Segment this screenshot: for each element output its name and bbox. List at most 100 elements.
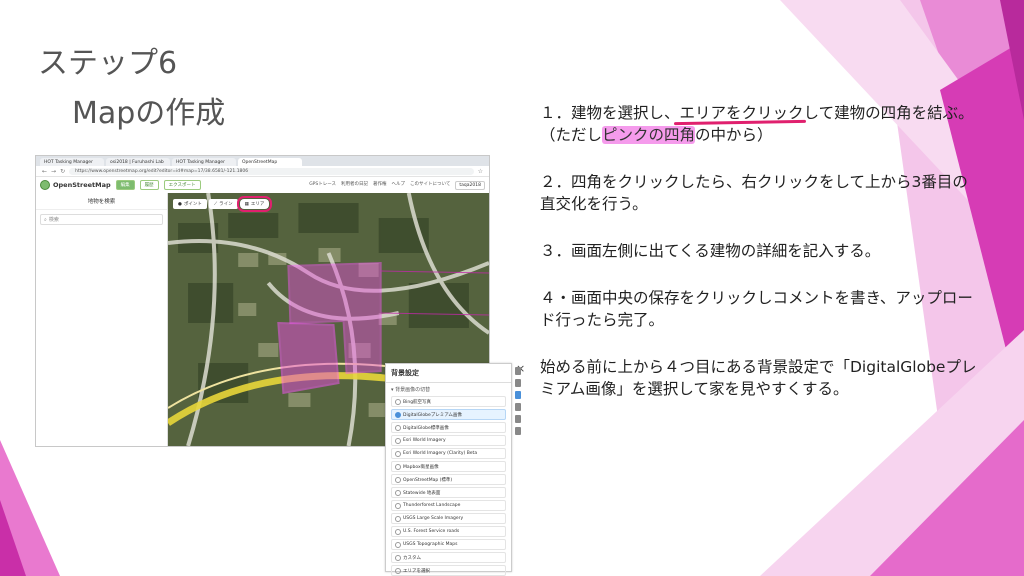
- reload-icon[interactable]: ↻: [60, 168, 65, 175]
- radio-icon: [395, 528, 401, 535]
- preferences-button[interactable]: [515, 427, 521, 435]
- radio-icon: [395, 489, 401, 496]
- search-placeholder: 検索: [48, 217, 59, 223]
- menu-gps-traces[interactable]: GPSトレース: [309, 181, 336, 190]
- background-option-label: DigitalGlobeプレミアム画像: [403, 412, 462, 418]
- radio-icon: [395, 476, 401, 483]
- user-menu[interactable]: taqa2018: [455, 180, 485, 190]
- background-option[interactable]: Esri World Imagery (Clarity) Beta: [391, 448, 506, 459]
- instruction-step-1: １．建物を選択し、エリアをクリックして建物の四角を結ぶ。（ただしピンクの四角の中…: [540, 102, 980, 146]
- address-bar: ← → ↻ https://www.openstreetmap.org/edit…: [36, 166, 489, 177]
- background-option[interactable]: Mapbox衛星画像: [391, 461, 506, 472]
- background-option-label: エリアを選択: [403, 568, 430, 574]
- radio-icon: [395, 437, 401, 444]
- background-option-label: カスタム: [403, 555, 421, 561]
- instruction-note: 始める前に上から４つ目にある背景設定で「DigitalGlobeプレミアム画像」…: [540, 358, 977, 398]
- radio-icon: [395, 554, 401, 561]
- point-icon: ●: [178, 201, 182, 207]
- osm-logo-icon: [40, 180, 50, 190]
- area-icon: ▦: [244, 201, 249, 207]
- sidebar: 地物を検索 ⌕ 検索: [36, 193, 168, 446]
- radio-icon: [395, 515, 401, 522]
- instruction-step-3: ３．画面左側に出てくる建物の詳細を記入する。: [540, 242, 881, 260]
- background-option[interactable]: Thunderforest Landscape: [391, 500, 506, 511]
- background-button[interactable]: [515, 391, 521, 399]
- background-option[interactable]: USGS Topographic Maps: [391, 539, 506, 550]
- menu-help[interactable]: ヘルプ: [392, 181, 406, 190]
- background-option[interactable]: USGS Large Scale Imagery: [391, 513, 506, 524]
- forward-icon[interactable]: →: [51, 168, 56, 175]
- browser-tab[interactable]: HOT Tasking Manager: [172, 158, 236, 166]
- star-icon[interactable]: ☆: [478, 168, 483, 175]
- background-option-selected[interactable]: DigitalGlobeプレミアム画像: [391, 409, 506, 420]
- search-icon: ⌕: [44, 216, 47, 223]
- background-option-label: Statewide 地表面: [403, 490, 441, 496]
- issues-button[interactable]: [515, 415, 521, 423]
- instruction-step-4: ４・画面中央の保存をクリックしコメントを書き、アップロード行ったら完了。: [540, 289, 973, 329]
- instruction-step-2: ２．四角をクリックしたら、右クリックをして上から3番目の直交化を行う。: [540, 173, 968, 213]
- background-option-label: USGS Topographic Maps: [403, 542, 458, 547]
- background-section-title[interactable]: ▾ 背景画像の切替: [386, 383, 511, 396]
- browser-tab[interactable]: HOT Tasking Manager: [40, 158, 104, 166]
- url-input[interactable]: https://www.openstreetmap.org/edit?edito…: [69, 167, 474, 175]
- map-toolbar: ● ポイント ⟋ ライン ▦ エリア: [173, 196, 273, 212]
- feature-search-input[interactable]: ⌕ 検索: [40, 214, 163, 225]
- point-label: ポイント: [183, 202, 202, 207]
- radio-icon: [395, 424, 401, 431]
- background-option-label: OpenStreetMap (標準): [403, 477, 453, 483]
- background-option[interactable]: Esri World Imagery: [391, 435, 506, 446]
- browser-tab[interactable]: osi2018 | Furuhashi Lab: [106, 158, 170, 166]
- slide-subtitle: Mapの作成: [72, 96, 226, 131]
- history-button[interactable]: 履歴: [139, 180, 159, 190]
- radio-icon: [395, 450, 401, 457]
- step1-text-c: の中から）: [695, 126, 773, 144]
- background-option[interactable]: Bing航空写真: [391, 396, 506, 407]
- background-option[interactable]: Statewide 地表面: [391, 487, 506, 498]
- add-point-button[interactable]: ● ポイント: [173, 199, 207, 209]
- edit-button[interactable]: 編集: [115, 180, 135, 190]
- menu-about[interactable]: このサイトについて: [410, 181, 450, 190]
- step1-underlined-text: エリアをクリック: [679, 104, 804, 122]
- add-area-button[interactable]: ▦ エリア: [236, 196, 273, 212]
- browser-tab-active[interactable]: OpenStreetMap: [238, 158, 302, 166]
- background-option[interactable]: エリアを選択: [391, 565, 506, 576]
- background-list: Bing航空写真 DigitalGlobeプレミアム画像 DigitalGlob…: [386, 396, 511, 576]
- sidebar-title: 地物を検索: [36, 193, 167, 210]
- background-option-label: Esri World Imagery: [403, 438, 446, 443]
- radio-icon: [395, 567, 401, 574]
- background-option-label: Thunderforest Landscape: [403, 503, 461, 508]
- line-icon: ⟋: [213, 202, 218, 207]
- back-icon[interactable]: ←: [42, 168, 47, 175]
- background-option-label: U.S. Forest Service roads: [403, 529, 460, 534]
- zoom-in-button[interactable]: [515, 367, 521, 375]
- zoom-out-button[interactable]: [515, 379, 521, 387]
- slide-title: ステップ6: [38, 46, 178, 81]
- radio-icon: [395, 502, 401, 509]
- radio-icon: [395, 398, 401, 405]
- background-option[interactable]: カスタム: [391, 552, 506, 563]
- osm-logo[interactable]: OpenStreetMap: [40, 180, 111, 190]
- step1-text-a: １．建物を選択し、: [540, 104, 680, 122]
- background-option-label: DigitalGlobe標準画像: [403, 425, 449, 431]
- background-option-label: Esri World Imagery (Clarity) Beta: [403, 451, 478, 456]
- background-settings-panel: 背景設定 ▾ 背景画像の切替 Bing航空写真 DigitalGlobeプレミア…: [385, 363, 512, 576]
- osm-logo-text: OpenStreetMap: [53, 181, 111, 189]
- instructions: １．建物を選択し、エリアをクリックして建物の四角を結ぶ。（ただしピンクの四角の中…: [540, 102, 980, 425]
- radio-icon: [395, 541, 401, 548]
- radio-icon: [395, 411, 401, 418]
- background-option[interactable]: DigitalGlobe標準画像: [391, 422, 506, 433]
- map-data-button[interactable]: [515, 403, 521, 411]
- menu-copyright[interactable]: 著作権: [373, 181, 387, 190]
- map-controls: [512, 363, 524, 483]
- background-option[interactable]: U.S. Forest Service roads: [391, 526, 506, 537]
- background-section-label: 背景画像の切替: [395, 387, 431, 393]
- add-line-button[interactable]: ⟋ ライン: [208, 199, 238, 209]
- tab-strip: HOT Tasking Manager osi2018 | Furuhashi …: [36, 156, 489, 166]
- background-option-label: USGS Large Scale Imagery: [403, 516, 464, 521]
- background-option[interactable]: OpenStreetMap (標準): [391, 474, 506, 485]
- export-button[interactable]: エクスポート: [163, 180, 201, 190]
- background-option-label: Bing航空写真: [403, 399, 432, 405]
- menu-diaries[interactable]: 利用者の日記: [341, 181, 368, 190]
- radio-icon: [395, 463, 401, 470]
- background-panel-title: 背景設定: [386, 364, 511, 383]
